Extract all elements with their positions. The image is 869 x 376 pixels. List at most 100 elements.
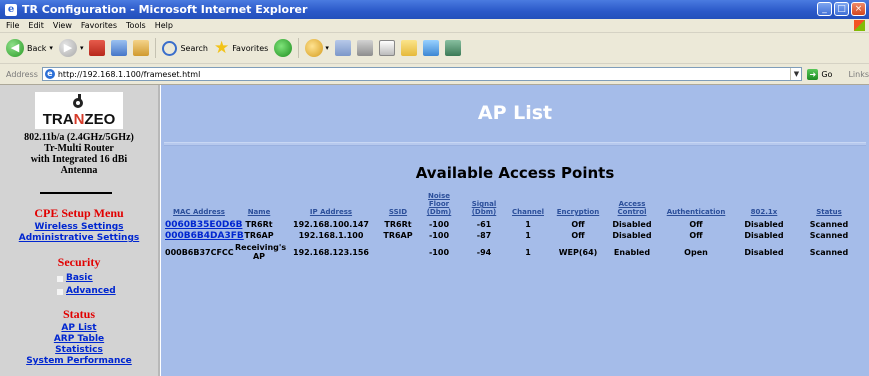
signal-cell: -61: [476, 220, 492, 229]
messenger-button[interactable]: [422, 40, 439, 56]
signal-cell: -94: [476, 247, 492, 257]
wireless-settings-link[interactable]: Wireless Settings: [0, 222, 158, 233]
folder-button[interactable]: [400, 40, 417, 56]
forward-dropdown-icon[interactable]: ▾: [80, 44, 84, 52]
product-description: 802.11b/a (2.4GHz/5GHz) Tr-Multi Router …: [0, 132, 158, 176]
column-header[interactable]: Channel: [507, 192, 549, 219]
advanced-security-link[interactable]: Advanced: [66, 286, 116, 297]
mail-button[interactable]: [334, 40, 351, 56]
favorites-label: Favorites: [232, 43, 269, 53]
history-dropdown-icon[interactable]: ▾: [325, 44, 329, 52]
stop-button[interactable]: [89, 40, 106, 56]
tranzeo-logo: TRANZEO: [35, 92, 123, 129]
messenger-icon: [422, 40, 439, 56]
left-nav-frame: TRANZEO 802.11b/a (2.4GHz/5GHz) Tr-Multi…: [0, 85, 160, 376]
search-label: Search: [180, 43, 208, 53]
address-bar: Address e http://192.168.1.100/frameset.…: [0, 64, 869, 85]
favorites-star-icon: ★: [213, 37, 230, 58]
column-header[interactable]: Noise Floor (Dbm): [417, 192, 461, 219]
address-dropdown-icon[interactable]: ▼: [790, 68, 801, 80]
column-header[interactable]: Encryption: [549, 192, 607, 219]
print-button[interactable]: [356, 40, 373, 56]
maximize-button[interactable]: □: [834, 2, 849, 16]
mac-address-link[interactable]: 000B6B4DA3FB: [165, 231, 244, 241]
address-input[interactable]: e http://192.168.1.100/frameset.html ▼: [41, 67, 803, 81]
menu-tools[interactable]: Tools: [126, 21, 146, 30]
close-button[interactable]: ×: [851, 2, 866, 16]
product-line: with Integrated 16 dBi: [30, 154, 128, 165]
setup-links: Wireless Settings Administrative Setting…: [0, 222, 158, 244]
ie-icon: e: [5, 3, 17, 16]
column-header[interactable]: 802.1x: [735, 192, 793, 219]
column-header[interactable]: MAC Address: [163, 192, 235, 219]
mac-cell: 000B6B4DA3FB: [163, 230, 244, 241]
minimize-button[interactable]: _: [817, 2, 832, 16]
research-button[interactable]: [444, 40, 461, 56]
favorites-button[interactable]: ★ Favorites: [213, 37, 269, 58]
go-button[interactable]: Go: [821, 70, 832, 79]
ssid-cell: TR6AP: [383, 231, 413, 240]
menu-file[interactable]: File: [6, 21, 19, 30]
security-links: Basic Advanced: [57, 272, 147, 298]
printer-icon: [356, 40, 373, 56]
home-button[interactable]: [133, 40, 150, 56]
forward-button[interactable]: ▶ ▾: [58, 39, 84, 57]
links-button[interactable]: Links: [848, 70, 869, 79]
status-cell: Scanned: [809, 247, 849, 257]
table-row: 000B6B37CFCC Receiving's AP 192.168.123.…: [163, 241, 865, 263]
mac-address-link[interactable]: 0060B35E0D6B: [165, 220, 242, 230]
ip-cell: 192.168.123.156: [293, 247, 369, 257]
bullet-icon: [57, 288, 63, 295]
menu-edit[interactable]: Edit: [28, 21, 44, 30]
menu-favorites[interactable]: Favorites: [81, 21, 117, 30]
encryption-cell: Off: [571, 231, 585, 240]
statistics-link[interactable]: Statistics: [0, 345, 158, 356]
basic-security-link[interactable]: Basic: [66, 273, 93, 284]
go-arrow-icon[interactable]: ➜: [807, 68, 819, 80]
sidebar-divider: [40, 192, 112, 194]
setup-menu-heading: CPE Setup Menu: [34, 206, 124, 220]
search-icon: [162, 40, 178, 56]
toolbar-separator: [298, 38, 300, 58]
page-icon: e: [44, 69, 55, 79]
status-cell: Scanned: [809, 220, 849, 229]
refresh-button[interactable]: [111, 40, 128, 56]
ssid-cell: [379, 241, 417, 263]
administrative-settings-link[interactable]: Administrative Settings: [0, 233, 158, 244]
access-control-cell: Enabled: [613, 247, 651, 257]
media-button[interactable]: [274, 39, 293, 57]
column-header[interactable]: IP Address: [283, 192, 379, 219]
column-header[interactable]: Status: [793, 192, 865, 219]
column-header[interactable]: Signal (Dbm): [461, 192, 507, 219]
back-label: Back: [27, 43, 47, 53]
back-button[interactable]: ◀ Back ▾: [6, 39, 53, 57]
dot1x-cell: Disabled: [744, 231, 784, 240]
history-button[interactable]: ▾: [305, 39, 329, 57]
noise-cell: -100: [428, 231, 450, 240]
column-header[interactable]: Authentication: [657, 192, 735, 219]
refresh-icon: [111, 40, 128, 56]
edit-button[interactable]: [378, 40, 395, 56]
column-header[interactable]: Name: [235, 192, 283, 219]
bullet-icon: [57, 275, 63, 282]
ssid-cell: TR6Rt: [384, 220, 412, 229]
content-frame: AP List Available Access Points MAC Addr…: [161, 85, 869, 376]
ap-list-link[interactable]: AP List: [0, 323, 158, 334]
back-dropdown-icon[interactable]: ▾: [49, 44, 53, 52]
system-performance-link[interactable]: System Performance: [0, 356, 158, 367]
noise-cell: -100: [428, 220, 450, 229]
product-line: 802.11b/a (2.4GHz/5GHz): [24, 132, 134, 143]
menu-help[interactable]: Help: [155, 21, 173, 30]
stop-icon: [89, 40, 106, 56]
encryption-cell: WEP(64): [558, 247, 598, 257]
column-header[interactable]: SSID: [379, 192, 417, 219]
arp-table-link[interactable]: ARP Table: [0, 334, 158, 345]
menu-view[interactable]: View: [53, 21, 72, 30]
address-url[interactable]: http://192.168.1.100/frameset.html: [58, 70, 200, 79]
security-heading: Security: [57, 255, 101, 269]
access-control-cell: Disabled: [612, 220, 652, 229]
status-heading: Status: [62, 307, 95, 321]
edit-page-icon: [378, 40, 395, 56]
column-header[interactable]: Access Control: [607, 192, 657, 219]
search-button[interactable]: Search: [162, 40, 208, 56]
